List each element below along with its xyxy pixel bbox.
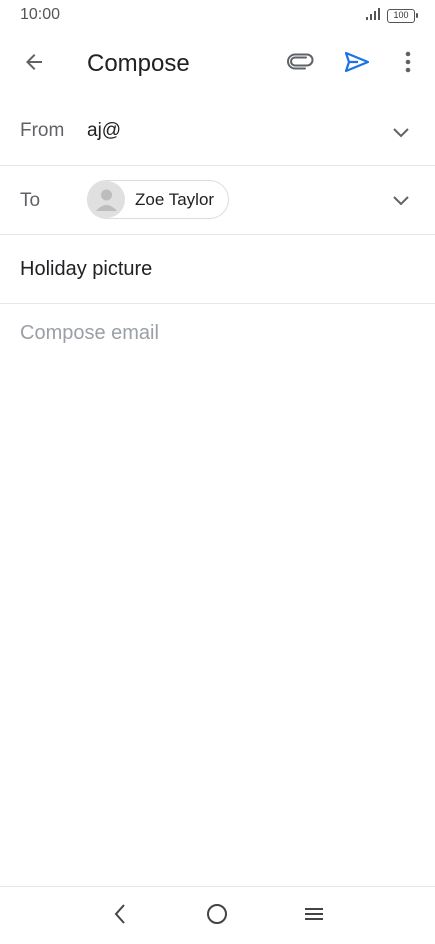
back-button[interactable]	[14, 44, 54, 84]
menu-icon	[304, 906, 324, 927]
status-bar: 10:00 100	[0, 0, 435, 32]
subject-field[interactable]: Holiday picture	[0, 235, 435, 304]
send-button[interactable]	[337, 44, 377, 84]
nav-recents-button[interactable]	[297, 899, 331, 933]
battery-icon: 100	[387, 9, 418, 23]
chevron-down-icon[interactable]	[389, 120, 413, 144]
attach-button[interactable]	[280, 44, 320, 84]
subject-value: Holiday picture	[20, 258, 153, 280]
chevron-down-icon[interactable]	[389, 188, 413, 212]
system-nav-bar	[0, 886, 435, 944]
status-time: 10:00	[20, 6, 61, 23]
to-label: To	[20, 190, 41, 211]
from-row[interactable]: From aj@	[0, 98, 435, 166]
signal-icon	[365, 7, 381, 25]
arrow-back-icon	[22, 50, 46, 79]
from-label: From	[20, 120, 65, 141]
paperclip-icon	[286, 48, 314, 81]
home-circle-icon	[206, 903, 228, 930]
to-row[interactable]: To Zoe Taylor	[0, 166, 435, 235]
more-vert-icon	[404, 50, 412, 79]
send-icon	[344, 50, 370, 79]
app-bar: Compose	[0, 32, 435, 96]
nav-back-button[interactable]	[103, 899, 137, 933]
page-title: Compose	[87, 50, 190, 77]
status-icons: 100	[365, 7, 418, 25]
recipient-chip[interactable]: Zoe Taylor	[87, 180, 230, 219]
chevron-left-icon	[113, 903, 127, 930]
more-options-button[interactable]	[388, 44, 428, 84]
recipient-name: Zoe Taylor	[135, 189, 215, 209]
avatar	[88, 181, 125, 218]
nav-home-button[interactable]	[200, 899, 234, 933]
compose-body-input[interactable]: Compose email	[20, 322, 159, 345]
from-value: aj@	[87, 120, 122, 141]
